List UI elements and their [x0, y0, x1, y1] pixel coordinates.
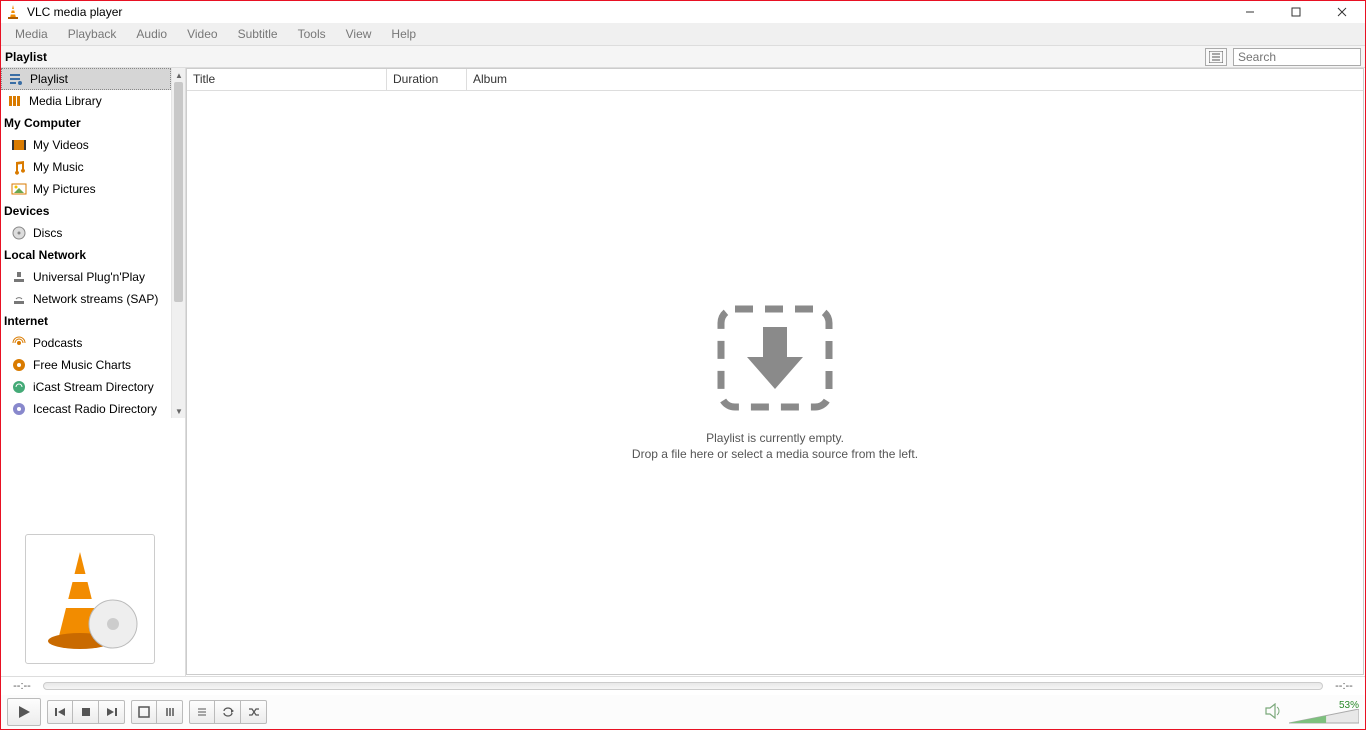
- sidebar-header: Internet: [1, 310, 171, 332]
- sidebar-item-my-videos[interactable]: My Videos: [1, 134, 171, 156]
- close-button[interactable]: [1319, 1, 1365, 23]
- sidebar-scrollbar[interactable]: ▲ ▼: [171, 68, 185, 418]
- picture-icon: [11, 181, 27, 197]
- body-split: Playlist Media Library My Computer My Video…: [1, 68, 1365, 677]
- sidebar-item-media-library[interactable]: Media Library: [1, 90, 171, 112]
- empty-text-2: Drop a file here or select a media sourc…: [632, 447, 918, 461]
- sidebar-item-universal-plug-n-play[interactable]: Universal Plug'n'Play: [1, 266, 171, 288]
- playlist-panel: Title Duration Album Playlist is current…: [186, 68, 1364, 675]
- album-art-placeholder: [25, 534, 155, 664]
- sidebar-item-discs[interactable]: Discs: [1, 222, 171, 244]
- column-headers: Title Duration Album: [187, 69, 1363, 91]
- sidebar-item-label: My Music: [33, 160, 84, 174]
- vlc-cone-icon: [5, 4, 21, 20]
- playlist-dropzone[interactable]: Playlist is currently empty. Drop a file…: [187, 91, 1363, 674]
- sidebar-item-icast-stream-directory[interactable]: iCast Stream Directory: [1, 376, 171, 398]
- column-title[interactable]: Title: [187, 69, 387, 90]
- scroll-up-icon[interactable]: ▲: [172, 68, 185, 82]
- previous-button[interactable]: [47, 700, 73, 724]
- fullscreen-button[interactable]: [131, 700, 157, 724]
- next-button[interactable]: [99, 700, 125, 724]
- sidebar-item-label: Network streams (SAP): [33, 292, 158, 306]
- scroll-down-icon[interactable]: ▼: [172, 404, 185, 418]
- sidebar-item-label: Media Library: [29, 94, 102, 108]
- playlist-heading: Playlist: [5, 50, 1205, 64]
- time-total[interactable]: --:--: [1329, 680, 1359, 692]
- sidebar-item-label: Free Music Charts: [33, 358, 131, 372]
- sidebar: Playlist Media Library My Computer My Video…: [1, 68, 186, 676]
- maximize-button[interactable]: [1273, 1, 1319, 23]
- seek-bar-row: --:-- --:--: [1, 677, 1365, 695]
- menu-help[interactable]: Help: [381, 24, 426, 44]
- column-album[interactable]: Album: [467, 69, 1363, 90]
- menu-bar: Media Playback Audio Video Subtitle Tool…: [1, 23, 1365, 46]
- podcast-icon: [11, 335, 27, 351]
- search-input[interactable]: [1233, 48, 1361, 66]
- sidebar-header: My Computer: [1, 112, 171, 134]
- play-button[interactable]: [7, 698, 41, 726]
- sap-icon: [11, 291, 27, 307]
- scrollbar-thumb[interactable]: [174, 82, 183, 302]
- icecast-icon: [11, 401, 27, 417]
- sidebar-item-label: My Videos: [33, 138, 89, 152]
- loop-button[interactable]: [215, 700, 241, 724]
- menu-tools[interactable]: Tools: [288, 24, 336, 44]
- volume-slider[interactable]: [1289, 709, 1359, 725]
- sidebar-item-playlist[interactable]: Playlist: [1, 68, 171, 90]
- mute-button[interactable]: [1265, 703, 1283, 722]
- menu-view[interactable]: View: [336, 24, 382, 44]
- menu-subtitle[interactable]: Subtitle: [228, 24, 288, 44]
- sidebar-item-label: Playlist: [30, 72, 68, 86]
- menu-playback[interactable]: Playback: [58, 24, 127, 44]
- time-elapsed[interactable]: --:--: [7, 680, 37, 692]
- sidebar-item-network-streams-sap-[interactable]: Network streams (SAP): [1, 288, 171, 310]
- music-icon: [11, 159, 27, 175]
- random-button[interactable]: [241, 700, 267, 724]
- extended-settings-button[interactable]: [157, 700, 183, 724]
- upnp-icon: [11, 269, 27, 285]
- empty-text-1: Playlist is currently empty.: [706, 431, 844, 445]
- menu-video[interactable]: Video: [177, 24, 227, 44]
- toggle-playlist-button[interactable]: [189, 700, 215, 724]
- title-bar: VLC media player: [1, 1, 1365, 23]
- speaker-icon: [1265, 703, 1283, 719]
- library-icon: [7, 93, 23, 109]
- sidebar-item-label: Podcasts: [33, 336, 82, 350]
- sidebar-item-podcasts[interactable]: Podcasts: [1, 332, 171, 354]
- toggle-playlist-view-button[interactable]: [1205, 48, 1227, 66]
- sidebar-item-label: My Pictures: [33, 182, 96, 196]
- stop-button[interactable]: [73, 700, 99, 724]
- minimize-button[interactable]: [1227, 1, 1273, 23]
- app-window: VLC media player Media Playback Audio Vi…: [0, 0, 1366, 730]
- sidebar-item-label: Discs: [33, 226, 62, 240]
- sidebar-item-my-pictures[interactable]: My Pictures: [1, 178, 171, 200]
- dropzone-icon: [715, 303, 835, 416]
- video-icon: [11, 137, 27, 153]
- disc-icon: [11, 225, 27, 241]
- playlist-header-row: Playlist: [1, 46, 1365, 68]
- sidebar-item-label: Icecast Radio Directory: [33, 402, 157, 416]
- charts-icon: [11, 357, 27, 373]
- sidebar-item-icecast-radio-directory[interactable]: Icecast Radio Directory: [1, 398, 171, 418]
- sidebar-tree: Playlist Media Library My Computer My Video…: [1, 68, 185, 418]
- sidebar-item-label: iCast Stream Directory: [33, 380, 154, 394]
- controls-toolbar: 53%: [1, 695, 1365, 729]
- sidebar-header: Local Network: [1, 244, 171, 266]
- menu-audio[interactable]: Audio: [126, 24, 177, 44]
- window-title: VLC media player: [27, 5, 1227, 19]
- sidebar-item-label: Universal Plug'n'Play: [33, 270, 145, 284]
- menu-media[interactable]: Media: [5, 24, 58, 44]
- sidebar-item-free-music-charts[interactable]: Free Music Charts: [1, 354, 171, 376]
- column-duration[interactable]: Duration: [387, 69, 467, 90]
- playlist-icon: [8, 71, 24, 87]
- sidebar-item-my-music[interactable]: My Music: [1, 156, 171, 178]
- icast-icon: [11, 379, 27, 395]
- sidebar-header: Devices: [1, 200, 171, 222]
- seek-slider[interactable]: [43, 682, 1323, 690]
